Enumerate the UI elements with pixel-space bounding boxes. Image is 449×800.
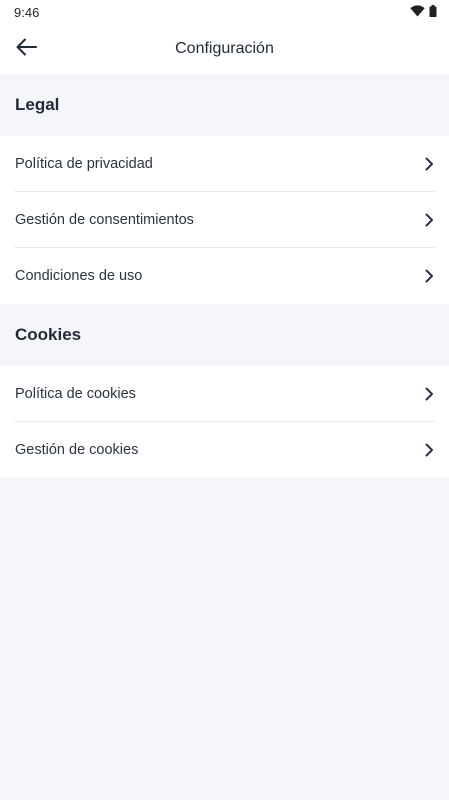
list-item-label: Gestión de consentimientos [15, 211, 194, 228]
list-item-label: Condiciones de uso [15, 268, 143, 284]
list-item-privacy-policy[interactable]: Política de privacidad [14, 136, 435, 192]
section-header-legal: Legal [0, 74, 449, 136]
list-item-label: Gestión de cookies [15, 442, 139, 458]
status-icons [410, 4, 437, 20]
list-item-label: Política de cookies [15, 385, 136, 402]
list-item-label: Política de privacidad [15, 155, 153, 172]
page-title: Configuración [175, 40, 274, 57]
list-item-consent-management[interactable]: Gestión de consentimientos [14, 192, 435, 248]
arrow-back-icon [15, 38, 37, 61]
battery-icon [429, 4, 437, 20]
chevron-right-icon [423, 157, 435, 171]
list-item-terms-of-use[interactable]: Condiciones de uso [14, 248, 435, 304]
list-group-legal: Política de privacidad Gestión de consen… [0, 136, 449, 304]
back-button[interactable] [12, 35, 40, 63]
section-header-cookies: Cookies [0, 304, 449, 366]
chevron-right-icon [423, 443, 435, 457]
list-item-cookie-policy[interactable]: Política de cookies [14, 366, 435, 422]
app-bar: Configuración [0, 24, 449, 74]
chevron-right-icon [423, 387, 435, 401]
list-item-cookie-management[interactable]: Gestión de cookies [14, 422, 435, 478]
chevron-right-icon [423, 213, 435, 227]
list-group-cookies: Política de cookies Gestión de cookies [0, 366, 449, 478]
chevron-right-icon [423, 269, 435, 283]
wifi-icon [410, 4, 425, 20]
status-time: 9:46 [14, 4, 40, 20]
status-bar: 9:46 [0, 0, 449, 24]
